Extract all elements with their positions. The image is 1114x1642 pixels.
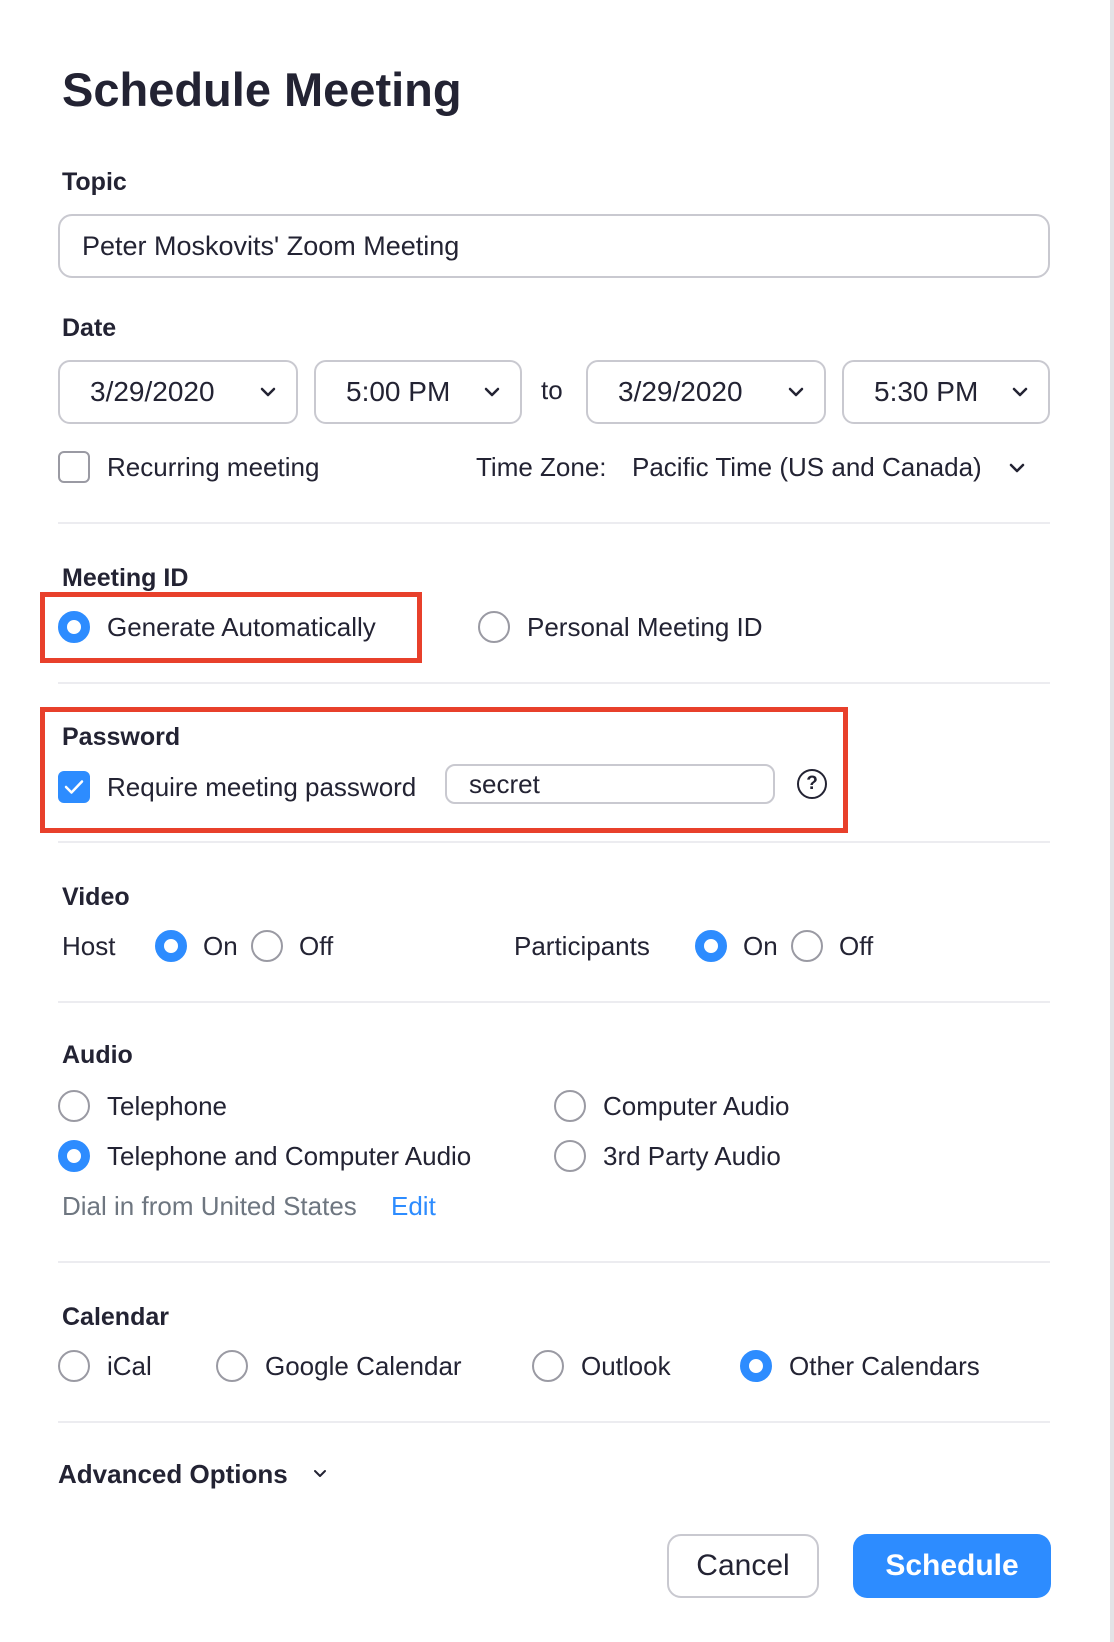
radio-ical[interactable]	[58, 1350, 90, 1382]
edit-link[interactable]: Edit	[391, 1190, 436, 1222]
radio-participants-off[interactable]	[791, 930, 823, 962]
page-title: Schedule Meeting	[62, 63, 462, 116]
option-computer-audio[interactable]: Computer Audio	[603, 1090, 789, 1122]
divider	[58, 522, 1050, 524]
meeting-id-label: Meeting ID	[62, 564, 189, 592]
radio-generate-automatically[interactable]	[58, 611, 90, 643]
divider	[58, 1421, 1050, 1423]
radio-google-calendar[interactable]	[216, 1350, 248, 1382]
checkmark-icon	[64, 780, 84, 794]
chevron-down-icon	[788, 387, 804, 397]
end-time-select[interactable]: 5:30 PM	[842, 360, 1050, 424]
chevron-down-icon	[260, 387, 276, 397]
recurring-checkbox[interactable]	[58, 451, 90, 483]
chevron-down-icon	[484, 387, 500, 397]
schedule-button-label: Schedule	[885, 1549, 1019, 1582]
option-google-calendar[interactable]: Google Calendar	[265, 1350, 462, 1382]
divider	[58, 1001, 1050, 1003]
timezone-label: Time Zone:	[476, 452, 607, 482]
option-outlook[interactable]: Outlook	[581, 1350, 671, 1382]
host-off-label[interactable]: Off	[299, 930, 333, 962]
divider	[58, 682, 1050, 684]
radio-computer-audio[interactable]	[554, 1090, 586, 1122]
option-telephone[interactable]: Telephone	[107, 1090, 227, 1122]
radio-3rd-party-audio[interactable]	[554, 1140, 586, 1172]
divider	[58, 841, 1050, 843]
option-other-calendars[interactable]: Other Calendars	[789, 1350, 980, 1382]
help-icon[interactable]: ?	[797, 769, 827, 799]
start-time-select[interactable]: 5:00 PM	[314, 360, 522, 424]
timezone-select[interactable]: Pacific Time (US and Canada)	[632, 451, 982, 483]
password-input[interactable]	[445, 764, 775, 804]
require-password-label: Require meeting password	[107, 772, 417, 802]
participants-off-label[interactable]: Off	[839, 930, 873, 962]
radio-personal-meeting-id[interactable]	[478, 611, 510, 643]
recurring-label: Recurring meeting	[107, 452, 320, 482]
topic-input[interactable]	[58, 214, 1050, 278]
help-icon-glyph: ?	[806, 773, 818, 794]
to-label: to	[541, 375, 563, 405]
end-date-select[interactable]: 3/29/2020	[586, 360, 826, 424]
video-label: Video	[62, 883, 130, 911]
start-date-value: 3/29/2020	[90, 376, 215, 407]
dial-in-text: Dial in from United States	[62, 1191, 357, 1221]
date-label: Date	[62, 314, 117, 342]
radio-host-off[interactable]	[251, 930, 283, 962]
advanced-options-toggle[interactable]: Advanced Options	[58, 1459, 288, 1489]
radio-host-on[interactable]	[155, 930, 187, 962]
participants-on-label[interactable]: On	[743, 930, 778, 962]
require-password-checkbox[interactable]	[58, 771, 90, 803]
radio-telephone[interactable]	[58, 1090, 90, 1122]
calendar-label: Calendar	[62, 1303, 169, 1331]
option-personal-meeting-id[interactable]: Personal Meeting ID	[527, 611, 763, 643]
start-date-select[interactable]: 3/29/2020	[58, 360, 298, 424]
option-generate-automatically[interactable]: Generate Automatically	[107, 611, 376, 643]
start-time-value: 5:00 PM	[346, 376, 451, 407]
participants-label: Participants	[514, 931, 650, 961]
end-date-value: 3/29/2020	[618, 376, 743, 407]
end-time-value: 5:30 PM	[874, 376, 979, 407]
option-ical[interactable]: iCal	[107, 1350, 152, 1382]
password-label: Password	[62, 723, 181, 751]
radio-outlook[interactable]	[532, 1350, 564, 1382]
option-telephone-and-computer-audio[interactable]: Telephone and Computer Audio	[107, 1140, 471, 1172]
divider	[58, 1261, 1050, 1263]
chevron-down-icon[interactable]	[1007, 461, 1027, 475]
chevron-down-icon[interactable]	[311, 1466, 329, 1480]
window-edge	[1110, 0, 1114, 1642]
cancel-button-label: Cancel	[696, 1549, 790, 1582]
chevron-down-icon	[1012, 387, 1028, 397]
radio-participants-on[interactable]	[695, 930, 727, 962]
host-label: Host	[62, 931, 116, 961]
audio-label: Audio	[62, 1041, 133, 1069]
topic-label: Topic	[62, 168, 127, 196]
option-3rd-party-audio[interactable]: 3rd Party Audio	[603, 1140, 781, 1172]
schedule-button[interactable]: Schedule	[853, 1534, 1051, 1598]
cancel-button[interactable]: Cancel	[667, 1534, 819, 1598]
radio-telephone-and-computer-audio[interactable]	[58, 1140, 90, 1172]
radio-other-calendars[interactable]	[740, 1350, 772, 1382]
host-on-label[interactable]: On	[203, 930, 238, 962]
